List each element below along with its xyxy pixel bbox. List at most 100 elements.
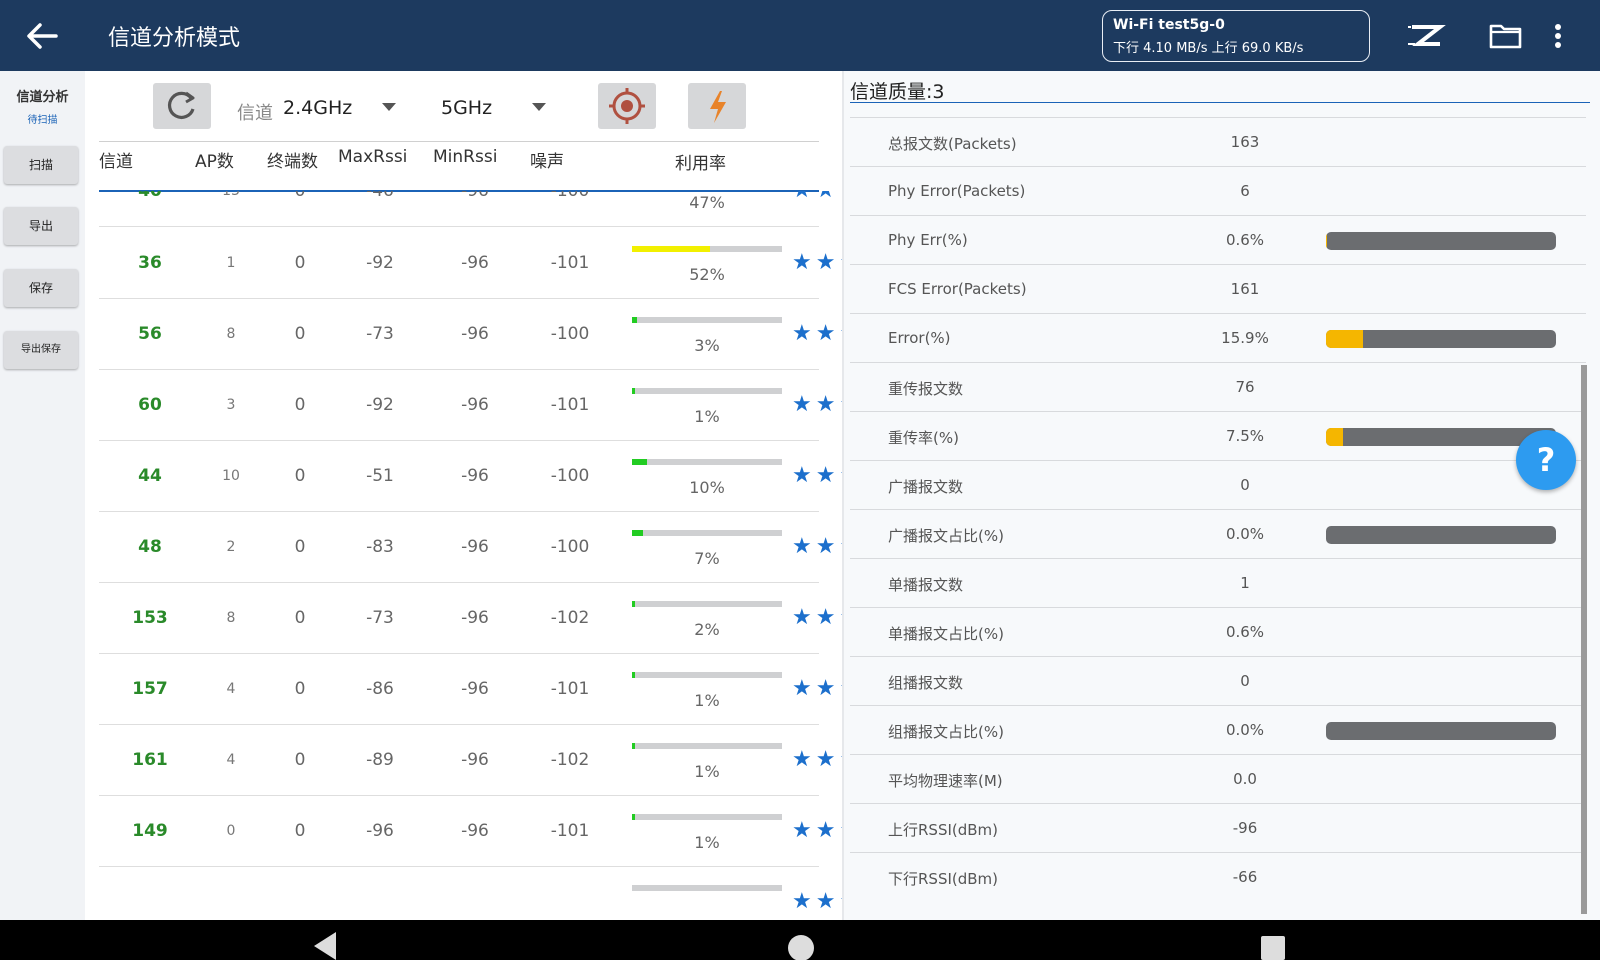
- utilization-bar-fill: [632, 743, 635, 749]
- table-row[interactable]: 56 8 0 -73 -96 -100 3% ★★★: [85, 298, 842, 370]
- quality-value: 0.6%: [1225, 623, 1265, 641]
- table-row-partial[interactable]: ★★★: [85, 866, 842, 920]
- table-row[interactable]: 153 8 0 -73 -96 -102 2% ★★★: [85, 582, 842, 654]
- nav-back-icon[interactable]: [310, 928, 340, 960]
- channel-number: 161: [132, 750, 168, 770]
- table-row[interactable]: 48 2 0 -83 -96 -100 7% ★★★: [85, 511, 842, 583]
- quality-row: Phy Error(Packets) 6: [850, 166, 1586, 215]
- min-rssi: -96: [461, 466, 489, 486]
- ap-count: 8: [226, 326, 236, 342]
- quality-panel: 信道质量:3 总报文数(Packets) 163 Phy Error(Packets…: [844, 71, 1600, 920]
- min-rssi: -96: [461, 821, 489, 841]
- star-icon: ★: [816, 191, 836, 203]
- band-24-select[interactable]: 2.4GHz: [283, 97, 352, 119]
- utilization-percent: 47%: [689, 193, 725, 212]
- noise-value: -101: [550, 253, 590, 273]
- quality-row-divider: [850, 509, 1586, 510]
- lightning-icon: [710, 91, 726, 123]
- more-vert-icon[interactable]: [1548, 18, 1568, 54]
- star-icon: ★: [815, 677, 836, 701]
- nav-recents-icon[interactable]: [1258, 928, 1288, 960]
- quality-row-divider: [850, 362, 1586, 363]
- flash-button[interactable]: [688, 83, 746, 129]
- quality-value: 0.6%: [1225, 231, 1265, 249]
- band-5-select[interactable]: 5GHz: [441, 97, 492, 119]
- export-button[interactable]: 导出: [4, 207, 78, 245]
- channel-number: 153: [132, 608, 168, 628]
- save-button[interactable]: 保存: [4, 269, 78, 307]
- table-row[interactable]: 36 1 0 -92 -96 -101 52% ★★★: [85, 227, 842, 299]
- quality-label: 单播报文占比(%): [888, 625, 1004, 643]
- utilization-percent: 1%: [694, 407, 720, 426]
- rating-stars: ★★★: [792, 677, 842, 701]
- nav-home-icon[interactable]: [786, 928, 816, 960]
- scan-status: 待扫描: [27, 115, 58, 126]
- rating-stars: ★★★: [792, 251, 842, 275]
- channel-list[interactable]: 40130-46-96-10047%★★★3610-92-96-10152%★★…: [85, 191, 842, 920]
- quality-row-divider: [850, 852, 1586, 853]
- utilization-bar-fill: [632, 388, 635, 394]
- min-rssi: -96: [461, 537, 489, 557]
- arrow-left-icon[interactable]: [22, 16, 62, 56]
- quality-row: 总报文数(Packets) 163: [850, 117, 1586, 166]
- quality-label: Phy Err(%): [888, 231, 968, 249]
- chevron-down-icon[interactable]: [532, 103, 546, 111]
- min-rssi: -96: [461, 395, 489, 415]
- quality-row: 广播报文占比(%) 0.0%: [850, 509, 1586, 558]
- max-rssi: -86: [366, 679, 394, 699]
- ap-count: 8: [226, 610, 236, 626]
- quality-bar: [1326, 526, 1556, 544]
- quality-row-divider: [850, 166, 1586, 167]
- table-row[interactable]: 157 4 0 -86 -96 -101 1% ★★★: [85, 653, 842, 725]
- quality-scrollbar[interactable]: [1581, 365, 1587, 914]
- table-row[interactable]: 60 3 0 -92 -96 -101 1% ★★★: [85, 369, 842, 441]
- table-row[interactable]: 149 0 0 -96 -96 -101 1% ★★★: [85, 795, 842, 867]
- quality-value: -96: [1232, 819, 1258, 837]
- table-row[interactable]: 44 10 0 -51 -96 -100 10% ★★★: [85, 440, 842, 512]
- terminal-count: 0: [294, 395, 306, 415]
- quality-row-divider: [850, 754, 1586, 755]
- quality-label: 下行RSSI(dBm): [888, 870, 999, 888]
- folder-icon[interactable]: [1486, 18, 1526, 54]
- table-row[interactable]: 161 4 0 -89 -96 -102 1% ★★★: [85, 724, 842, 796]
- max-rssi: -46: [366, 191, 394, 201]
- utilization-bar: [632, 885, 782, 891]
- star-icon: ★: [792, 191, 812, 203]
- noise-value: -101: [550, 821, 590, 841]
- quality-value: -66: [1232, 868, 1258, 886]
- quality-row: 平均物理速率(M) 0.0: [850, 754, 1586, 803]
- utilization-bar-fill: [632, 814, 635, 820]
- rating-stars: ★★★: [792, 322, 842, 346]
- noise-value: -100: [550, 466, 590, 486]
- ap-count: 10: [222, 468, 240, 484]
- locate-button[interactable]: [598, 83, 656, 129]
- quality-label: 组播报文占比(%): [888, 723, 1004, 741]
- z-logo-icon[interactable]: [1406, 18, 1446, 54]
- utilization-bar: [632, 459, 782, 465]
- wifi-status-box[interactable]: Wi-Fi test5g-0 下行 4.10 MB/s 上行 69.0 KB/s: [1102, 10, 1370, 62]
- quality-bar-fill: [1326, 428, 1344, 446]
- terminal-count: 0: [294, 191, 306, 201]
- chevron-down-icon[interactable]: [382, 103, 396, 111]
- export-save-button[interactable]: 导出保存: [4, 331, 78, 369]
- terminal-count: 0: [294, 537, 306, 557]
- refresh-button[interactable]: [153, 83, 211, 129]
- quality-title: 信道质量:3: [850, 81, 945, 103]
- rating-stars: ★★★: [792, 191, 842, 203]
- scan-button[interactable]: 扫描: [4, 146, 78, 184]
- table-row-partial[interactable]: 40130-46-96-10047%★★★: [85, 191, 842, 227]
- rating-stars: ★★★: [792, 393, 842, 417]
- star-icon: ★: [792, 890, 812, 914]
- noise-value: -100: [550, 537, 590, 557]
- header-top-divider: [99, 141, 819, 142]
- utilization-bar: [632, 530, 782, 536]
- channel-number: 48: [138, 537, 162, 557]
- max-rssi: -51: [366, 466, 394, 486]
- rating-stars: ★★★: [792, 535, 842, 559]
- min-rssi: -96: [461, 191, 489, 201]
- help-button[interactable]: ?: [1516, 430, 1576, 490]
- channel-number: 149: [132, 821, 168, 841]
- quality-row: 重传率(%) 7.5%: [850, 411, 1586, 460]
- quality-bar: [1326, 232, 1556, 250]
- quality-bar: [1326, 330, 1556, 348]
